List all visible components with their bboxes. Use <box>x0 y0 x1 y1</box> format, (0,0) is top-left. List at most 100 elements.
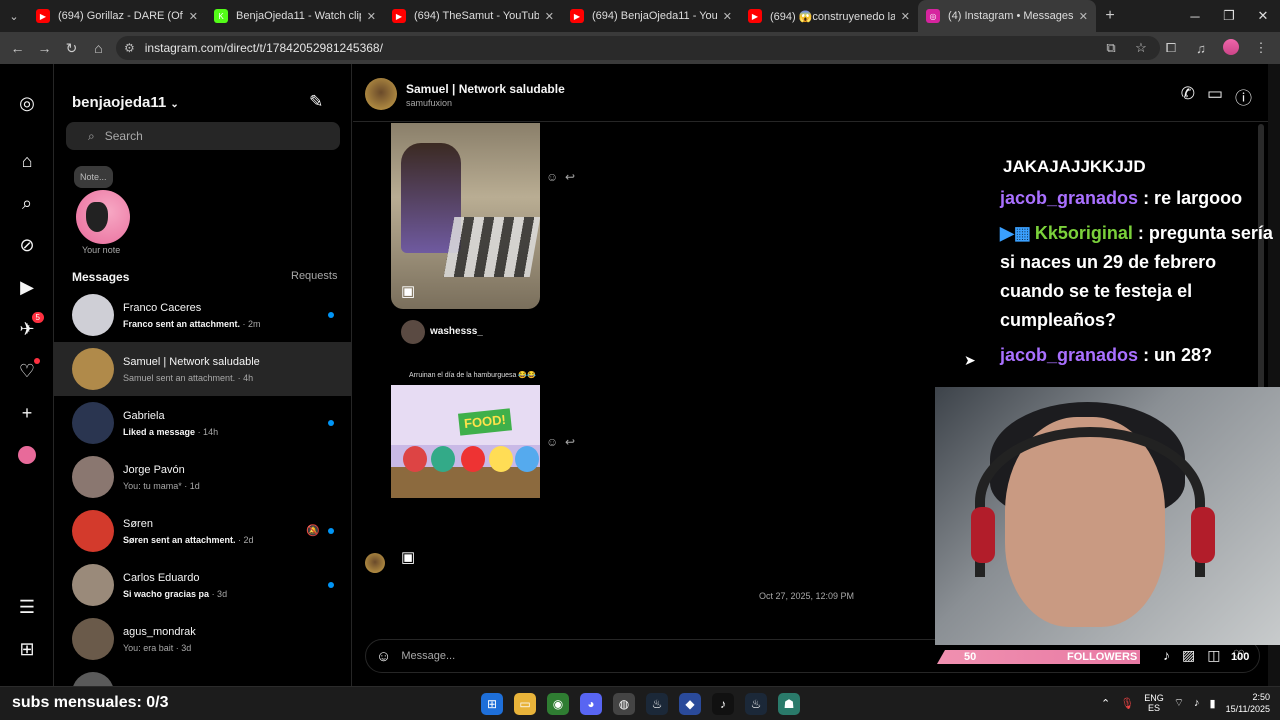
instagram-logo-icon[interactable]: ◎ <box>14 90 40 116</box>
react-emoji-icon[interactable]: ☺ <box>546 170 558 184</box>
conversation-row[interactable]: Gabriel Stefani Alexander <box>54 666 351 686</box>
photo-upload-icon[interactable]: ▨ <box>1182 647 1195 664</box>
language-indicator[interactable]: ENG ES <box>1144 693 1164 713</box>
search-icon[interactable]: ⌕ <box>14 190 40 216</box>
close-tab-icon[interactable]: ✕ <box>545 10 554 23</box>
close-tab-icon[interactable]: ✕ <box>189 10 198 23</box>
browser-tab[interactable]: ▶ (694) Gorillaz - DARE (Official V ✕ <box>28 0 206 32</box>
forward-button[interactable]: → <box>31 40 58 57</box>
conversation-row[interactable]: Samuel | Network saludable Samuel sent a… <box>54 342 351 396</box>
reload-button[interactable]: ↻ <box>58 40 85 57</box>
browser-tab[interactable]: K BenjaOjeda11 - Watch clips on ✕ <box>206 0 384 32</box>
steam-icon[interactable]: ♨ <box>745 693 767 715</box>
tab-title: (694) Gorillaz - DARE (Official V <box>58 10 183 22</box>
minimize-button[interactable]: ─ <box>1178 9 1212 24</box>
reels-icon[interactable]: ▶ <box>14 274 40 300</box>
profile-icon[interactable] <box>14 442 40 468</box>
obs-icon[interactable]: ◍ <box>613 693 635 715</box>
battery-icon[interactable]: ▮ <box>1210 697 1216 710</box>
media-control-icon[interactable]: ♫ <box>1186 41 1216 56</box>
phone-call-icon[interactable]: ✆ <box>1181 84 1195 109</box>
react-emoji-icon[interactable]: ☺ <box>546 435 558 449</box>
reels-icon[interactable]: ▣ <box>401 548 415 566</box>
profile-avatar[interactable] <box>1216 38 1246 58</box>
home-button[interactable]: ⌂ <box>85 40 112 57</box>
chat-title[interactable]: Samuel | Network saludable <box>406 82 565 96</box>
volume-icon[interactable]: ♪ <box>1194 697 1200 709</box>
requests-link[interactable]: Requests <box>291 270 337 282</box>
message-input[interactable] <box>401 650 902 662</box>
followers-label: FOLLOWERS <box>1067 651 1138 663</box>
conversation-preview: You: tu mama* · 1d <box>123 480 200 491</box>
reel-thumbnail-southpark[interactable]: FOOD! <box>391 385 540 498</box>
close-tab-icon[interactable]: ✕ <box>723 10 732 23</box>
stream-chat-message: jacob_granados : un 28? <box>1000 341 1278 370</box>
new-tab-button[interactable]: + <box>1096 7 1124 25</box>
tab-title: BenjaOjeda11 - Watch clips on <box>236 10 361 22</box>
file-explorer-icon[interactable]: ▭ <box>514 693 536 715</box>
browser-menu-icon[interactable]: ⋮ <box>1246 40 1276 56</box>
site-info-icon[interactable]: ⚙ <box>124 41 135 55</box>
conversation-row[interactable]: Franco Caceres Franco sent an attachment… <box>54 288 351 342</box>
create-plus-icon[interactable]: + <box>14 400 40 426</box>
install-app-icon[interactable]: ⧉ <box>1096 40 1126 56</box>
conversation-row[interactable]: Jorge Pavón You: tu mama* · 1d <box>54 450 351 504</box>
close-window-button[interactable]: ✕ <box>1246 8 1280 24</box>
browser-tab[interactable]: ▶ (694) TheSamut - YouTube ✕ <box>384 0 562 32</box>
url-bar[interactable]: ⚙ instagram.com/direct/t/178420529812453… <box>116 36 1160 60</box>
chrome-icon[interactable]: ◉ <box>547 693 569 715</box>
discord-icon[interactable]: ◕ <box>580 693 602 715</box>
account-switcher[interactable]: benjaojeda11 ⌄ <box>72 94 179 111</box>
voice-clip-icon[interactable]: ♪ <box>1163 647 1170 664</box>
reply-icon[interactable]: ↩ <box>565 170 575 184</box>
conversation-row[interactable]: Gabriela Liked a message · 14h <box>54 396 351 450</box>
browser-tab-bar: ⌄ ▶ (694) Gorillaz - DARE (Official V ✕ K Be… <box>0 0 1280 32</box>
conversation-row[interactable]: Søren Søren sent an attachment. · 2d 🔕 <box>54 504 351 558</box>
browser-tab[interactable]: ◎ (4) Instagram • Messages ✕ <box>918 0 1096 32</box>
chevron-up-icon[interactable]: ⌃ <box>1101 697 1110 710</box>
clock[interactable]: 2:50 15/11/2025 <box>1226 691 1270 715</box>
close-tab-icon[interactable]: ✕ <box>367 10 376 23</box>
new-message-icon[interactable]: ✎ <box>309 92 323 112</box>
info-icon[interactable]: ⓘ <box>1235 84 1252 109</box>
close-tab-icon[interactable]: ✕ <box>1079 10 1088 23</box>
start-menu-icon[interactable]: ⊞ <box>481 693 503 715</box>
conversation-row[interactable]: Carlos Eduardo Si wacho gracias pa · 3d <box>54 558 351 612</box>
back-button[interactable]: ← <box>4 40 31 57</box>
chat-avatar[interactable] <box>365 78 397 110</box>
tab-title: (4) Instagram • Messages <box>948 10 1073 22</box>
app-icon[interactable]: ◆ <box>679 693 701 715</box>
tiktok-icon[interactable]: ♪ <box>712 693 734 715</box>
message-timestamp: Oct 27, 2025, 12:09 PM <box>759 591 855 601</box>
wifi-icon[interactable]: ⌔ <box>1174 696 1184 710</box>
explore-icon[interactable]: ⊘ <box>14 232 40 258</box>
sender-avatar[interactable] <box>365 553 385 573</box>
browser-tab[interactable]: ▶ (694) 😱construyenedo la MEJ ✕ <box>740 0 918 32</box>
search-input[interactable]: ⌕ Search <box>66 122 340 150</box>
webcam-feed <box>935 387 1280 645</box>
reply-icon[interactable]: ↩ <box>565 435 575 449</box>
steam-icon[interactable]: ♨ <box>646 693 668 715</box>
notifications-heart-icon[interactable]: ♡ <box>14 358 40 384</box>
meta-apps-icon[interactable]: ⊞ <box>14 636 40 662</box>
note-avatar[interactable] <box>76 190 130 244</box>
close-tab-icon[interactable]: ✕ <box>901 10 910 23</box>
shared-user-name[interactable]: washesss_ <box>430 326 483 337</box>
tab-search-button[interactable]: ⌄ <box>0 0 28 32</box>
app-icon[interactable]: ☗ <box>778 693 800 715</box>
note-bubble[interactable]: Note... <box>74 166 113 188</box>
emoji-picker-icon[interactable]: ☺ <box>376 648 391 665</box>
messenger-icon[interactable]: ✈ 5 <box>14 312 44 342</box>
extensions-icon[interactable]: ⧠ <box>1156 40 1186 56</box>
browser-tab[interactable]: ▶ (694) BenjaOjeda11 - YouTube ✕ <box>562 0 740 32</box>
video-call-icon[interactable]: ▭ <box>1207 84 1223 109</box>
chat-text: : re largooo <box>1143 188 1243 208</box>
conversation-row[interactable]: agus_mondrak You: era bait · 3d <box>54 612 351 666</box>
bookmark-star-icon[interactable]: ☆ <box>1126 40 1156 56</box>
maximize-button[interactable]: ❐ <box>1212 8 1246 24</box>
sticker-icon[interactable]: ◫ <box>1207 647 1220 664</box>
shared-user-avatar[interactable] <box>401 320 425 344</box>
microphone-icon[interactable]: 🎙 <box>1120 697 1134 710</box>
home-icon[interactable]: ⌂ <box>14 148 40 174</box>
more-menu-icon[interactable]: ☰ <box>14 594 40 620</box>
